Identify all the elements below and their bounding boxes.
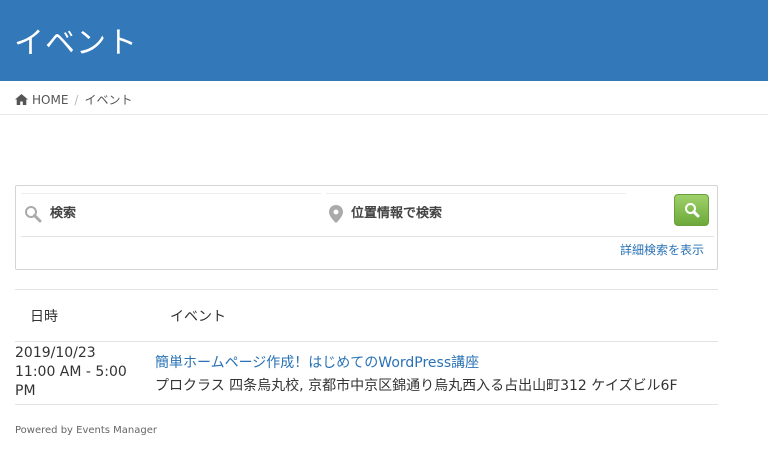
search-row (21, 191, 714, 237)
event-date: 2019/10/23 (15, 345, 96, 361)
map-pin-icon (329, 204, 343, 223)
breadcrumb: HOME / イベント (15, 91, 132, 108)
table-header-row: 日時 イベント (15, 290, 718, 342)
home-icon (15, 94, 28, 105)
breadcrumb-bar: HOME / イベント (0, 81, 768, 115)
column-header-event: イベント (170, 309, 226, 325)
breadcrumb-home-link[interactable]: HOME (15, 93, 68, 107)
breadcrumb-current: イベント (84, 93, 133, 107)
event-time: 11:00 AM - 5:00 PM (15, 364, 127, 399)
event-title-link[interactable]: 簡単ホームページ作成！はじめてのWordPress講座 (155, 352, 479, 372)
page-title: イベント (14, 26, 138, 61)
location-search-input[interactable] (351, 206, 591, 221)
search-button[interactable] (674, 194, 709, 226)
table-row: 2019/10/23 11:00 AM - 5:00 PM 簡単ホームページ作成… (15, 342, 718, 405)
page-header: イベント (0, 0, 768, 81)
event-datetime: 2019/10/23 11:00 AM - 5:00 PM (15, 344, 145, 401)
event-location: プロクラス 四条烏丸校, 京都市中京区錦通り烏丸西入る占出山町312 ケイズビル… (155, 378, 678, 394)
keyword-search-input[interactable] (50, 206, 290, 221)
search-icon (25, 205, 42, 222)
advanced-search-link[interactable]: 詳細検索を表示 (620, 241, 704, 258)
column-header-date: 日時 (30, 309, 58, 325)
events-table: 日時 イベント 2019/10/23 11:00 AM - 5:00 PM 簡単… (15, 289, 718, 405)
breadcrumb-home-label: HOME (32, 92, 69, 107)
keyword-field (21, 193, 321, 233)
location-field (326, 193, 626, 233)
event-search-form: 詳細検索を表示 (15, 185, 718, 270)
search-icon (684, 203, 699, 218)
powered-by-credit: Powered by Events Manager (15, 425, 158, 436)
breadcrumb-separator: / (74, 92, 79, 107)
